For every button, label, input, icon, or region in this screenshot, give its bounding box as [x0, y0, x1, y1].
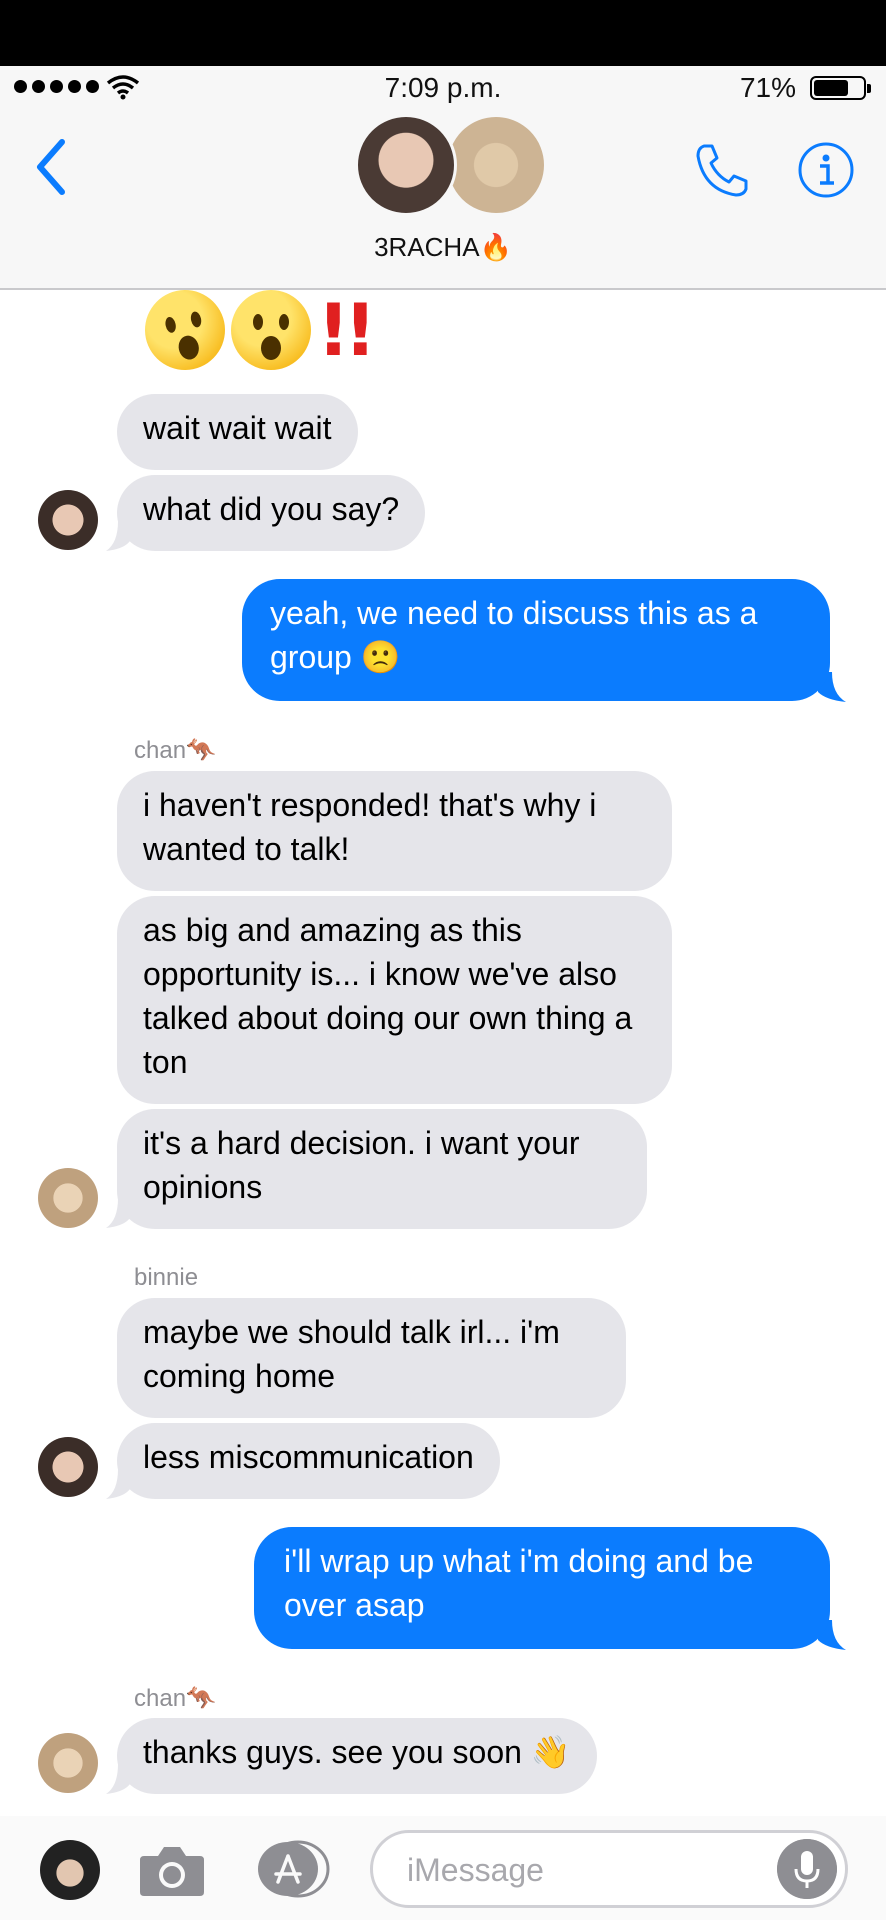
status-bar: 7:09 p.m. 71% — [0, 66, 886, 110]
message-bubble-incoming[interactable]: it's a hard decision. i want your opinio… — [117, 1109, 647, 1229]
battery-percent: 71% — [739, 72, 796, 103]
group-avatars[interactable] — [355, 114, 547, 216]
message-bubble-incoming[interactable]: maybe we should talk irl... i'm coming h… — [117, 1298, 626, 1418]
message-bubble-incoming[interactable]: thanks guys. see you soon 👋 — [117, 1718, 597, 1794]
message-bubble-incoming[interactable]: i haven't responded! that's why i wanted… — [117, 771, 672, 891]
message-bubble-incoming[interactable]: less miscommunication — [117, 1423, 500, 1499]
sender-name: chan🦘 — [134, 737, 216, 764]
avatar — [38, 490, 98, 550]
message-bubble-incoming[interactable]: as big and amazing as this opportunity i… — [117, 896, 672, 1104]
astonished-face-emoji-icon — [137, 282, 233, 378]
avatar — [38, 1168, 98, 1228]
top-black-bar — [0, 0, 886, 66]
avatar — [38, 1437, 98, 1497]
message-input[interactable] — [405, 1845, 769, 1895]
camera-icon[interactable] — [138, 1842, 206, 1898]
emoji-message[interactable]: !! — [137, 282, 377, 378]
avatar — [38, 1733, 98, 1793]
microphone-icon[interactable] — [777, 1839, 837, 1899]
imessage-field[interactable] — [370, 1830, 848, 1908]
conversation-header: 3RACHA🔥 — [0, 110, 886, 290]
battery-fill — [814, 80, 848, 96]
back-chevron-icon[interactable] — [28, 132, 78, 202]
message-bubble-incoming[interactable]: wait wait wait — [117, 394, 358, 470]
message-bubble-outgoing[interactable]: i'll wrap up what i'm doing and be over … — [254, 1527, 830, 1649]
astonished-face-emoji-icon — [231, 290, 311, 370]
sender-name: chan🦘 — [134, 1685, 216, 1712]
avatar[interactable] — [40, 1840, 100, 1900]
avatar — [445, 114, 547, 216]
info-icon[interactable] — [796, 140, 856, 200]
group-name[interactable]: 3RACHA🔥 — [0, 232, 886, 263]
sender-name: binnie — [134, 1264, 199, 1291]
battery-icon — [810, 76, 871, 100]
avatar — [355, 114, 457, 216]
message-bubble-outgoing[interactable]: yeah, we need to discuss this as a group… — [242, 579, 830, 701]
compose-bar — [0, 1816, 886, 1920]
phone-icon[interactable] — [690, 138, 754, 202]
message-bubble-incoming[interactable]: what did you say? — [117, 475, 426, 551]
double-exclamation-emoji: !! — [317, 288, 377, 372]
app-store-icon[interactable] — [252, 1840, 332, 1898]
